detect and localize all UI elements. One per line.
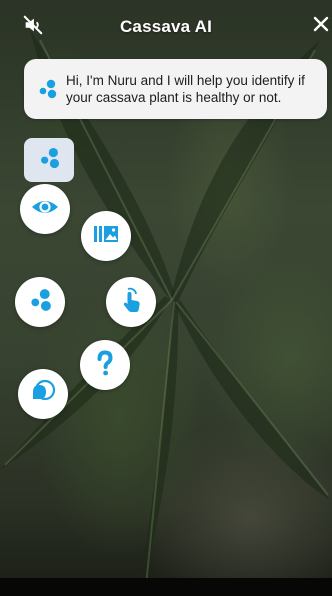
assistant-message-text: Hi, I'm Nuru and I will help you identif… [66,73,305,105]
nuru-button[interactable] [15,277,65,327]
chat-bubble-icon [28,377,58,412]
top-bar: Cassava AI [0,0,332,54]
nuru-logo-icon [36,78,58,100]
mute-button[interactable] [20,14,46,40]
question-mark-icon [90,348,120,383]
volume-mute-icon [22,14,44,41]
eye-icon [30,192,60,227]
help-button[interactable] [80,340,130,390]
gallery-button[interactable] [81,211,131,261]
view-button[interactable] [20,184,70,234]
close-icon [313,16,329,37]
nuru-logo-icon [37,146,61,175]
nuru-assistant-tab[interactable] [24,138,74,182]
assistant-message-bubble: Hi, I'm Nuru and I will help you identif… [24,59,327,119]
tap-button[interactable] [106,277,156,327]
nuru-logo-icon [27,287,53,318]
gallery-icon [91,219,121,254]
tap-hand-icon [116,285,146,320]
close-button[interactable] [309,14,332,38]
bottom-bar [0,578,332,596]
app-title: Cassava AI [119,17,213,36]
chat-button[interactable] [18,369,68,419]
